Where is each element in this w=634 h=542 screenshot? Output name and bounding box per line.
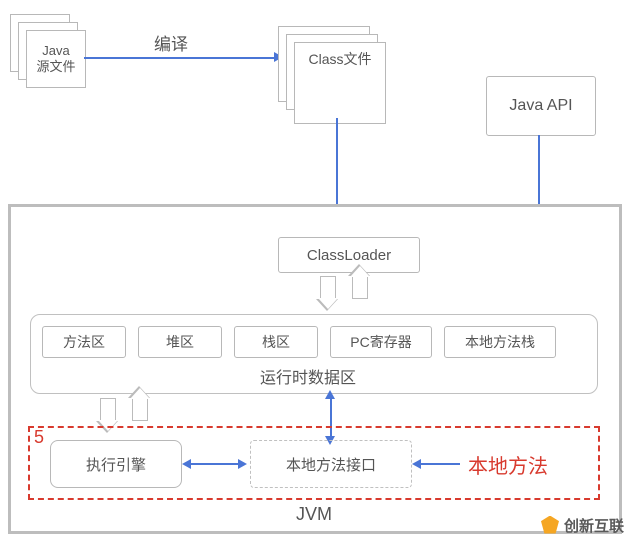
native-method-line [420,463,460,465]
exec-native-head-left [182,459,191,469]
compile-label: 编译 [154,30,188,55]
native-stack-box: 本地方法栈 [444,326,556,358]
runtime-label: 运行时数据区 [260,364,356,388]
stack-box: 栈区 [234,326,318,358]
watermark-icon [540,516,560,536]
native-interface-box: 本地方法接口 [250,440,412,488]
java-source-line2: 源文件 [36,59,75,75]
native-stack-text: 本地方法栈 [465,332,535,352]
java-api-box: Java API [486,76,596,136]
class-file-text: Class文件 [308,49,371,69]
exec-to-runtime-arrow [132,398,148,421]
java-api-text: Java API [509,97,572,115]
loader-to-runtime-arrow [320,276,336,299]
runtime-to-loader-arrow [352,276,368,299]
exec-native-line [190,463,240,465]
exec-native-head-right [238,459,247,469]
pc-register-text: PC寄存器 [350,332,411,352]
native-method-head [412,459,421,469]
jvm-label: JVM [296,504,332,525]
method-area-box: 方法区 [42,326,126,358]
runtime-to-exec-arrow [100,398,116,421]
diagram-canvas: Java 源文件 编译 Class文件 Java API ClassLoader… [0,0,634,542]
native-interface-text: 本地方法接口 [286,454,376,475]
watermark: 创新互联 [540,515,624,536]
class-file-box: Class文件 [294,42,386,124]
heap-box: 堆区 [138,326,222,358]
class-loader-text: ClassLoader [307,247,391,264]
heap-text: 堆区 [166,332,194,352]
method-area-text: 方法区 [63,332,105,352]
java-source-line1: Java [42,43,69,59]
compile-arrow-line [84,57,274,59]
runtime-native-head-up [325,390,335,399]
exec-engine-text: 执行引擎 [86,454,146,475]
native-method-label: 本地方法 [468,450,548,479]
java-source-box: Java 源文件 [26,30,86,88]
pc-register-box: PC寄存器 [330,326,432,358]
section-5-number: 5 [34,427,44,448]
exec-engine-box: 执行引擎 [50,440,182,488]
stack-text: 栈区 [262,332,290,352]
watermark-text: 创新互联 [564,515,624,536]
